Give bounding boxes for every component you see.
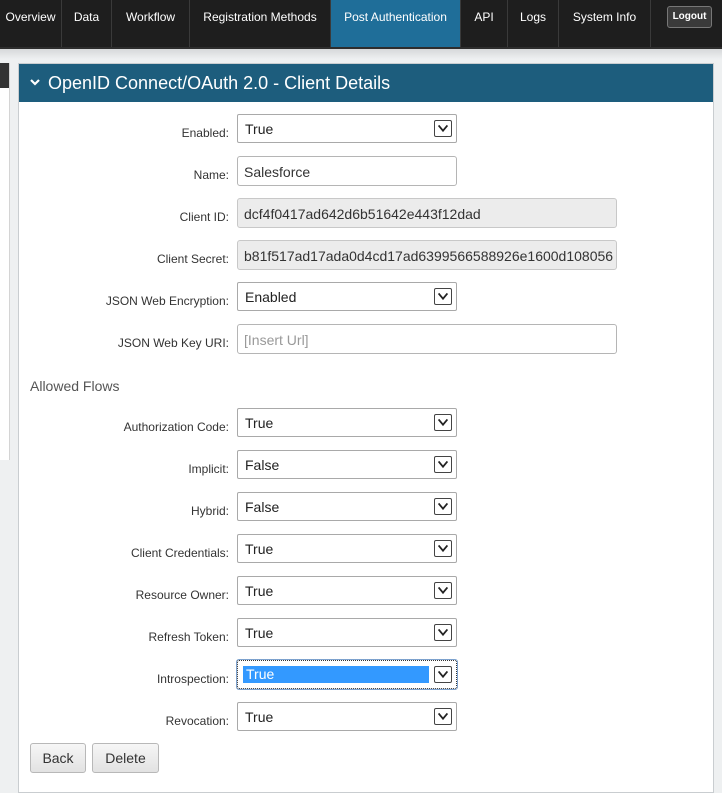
tab-registration-methods[interactable]: Registration Methods [190,0,331,47]
client-id-label: Client ID: [179,210,229,224]
tab-label: System Info [572,10,637,24]
tab-label: Workflow [125,10,176,24]
dropdown-arrow-icon [434,708,452,725]
jwk-uri-placeholder: [Insert Url] [244,332,309,348]
client-secret-field[interactable]: b81f517ad17ada0d4cd17ad6399566588926e160… [237,240,617,270]
client-id-field[interactable]: dcf4f0417ad642d6b51642e443f12dad [237,198,617,228]
panel-title: OpenID Connect/OAuth 2.0 - Client Detail… [48,73,391,93]
authorization-code-select[interactable]: True [237,408,457,437]
allowed-flows-heading: Allowed Flows [30,378,120,394]
enabled-label: Enabled: [181,126,229,140]
tab-label: Registration Methods [203,10,317,24]
dropdown-arrow-icon [434,624,452,641]
jwe-value: Enabled [245,289,297,305]
tab-label: Post Authentication [344,10,447,24]
jwk-uri-label: JSON Web Key URI: [117,336,229,350]
refresh-token-label: Refresh Token: [148,630,230,644]
authorization-code-label: Authorization Code: [123,420,229,434]
left-panel-header [0,63,9,88]
authorization-code-value: True [245,415,274,431]
client-credentials-select[interactable]: True [237,534,457,563]
refresh-token-select[interactable]: True [237,618,457,647]
implicit-value: False [245,457,280,473]
hybrid-select[interactable]: False [237,492,457,521]
dropdown-arrow-icon [434,582,452,599]
tab-label: Overview [5,10,56,24]
enabled-value: True [245,121,274,137]
introspection-label: Introspection: [156,672,229,686]
resource-owner-label: Resource Owner: [135,588,229,602]
revocation-label: Revocation: [165,714,229,728]
dropdown-arrow-icon [434,120,452,137]
client-secret-value: b81f517ad17ada0d4cd17ad6399566588926e160… [244,248,614,264]
dropdown-arrow-icon [434,288,452,305]
back-button[interactable]: Back [30,743,86,773]
jwk-uri-input[interactable]: [Insert Url] [237,324,617,354]
tab-post-authentication[interactable]: Post Authentication [331,0,461,47]
left-panel [0,63,10,460]
nav-shadow [0,49,722,59]
chevron-down-icon [30,79,40,86]
client-credentials-label: Client Credentials: [130,546,229,560]
name-value: Salesforce [244,164,311,180]
tab-workflow[interactable]: Workflow [112,0,190,47]
implicit-label: Implicit: [188,462,229,476]
resource-owner-value: True [245,583,274,599]
enabled-select[interactable]: True [237,114,457,143]
introspection-select[interactable]: True [236,659,458,690]
panel-header[interactable]: OpenID Connect/OAuth 2.0 - Client Detail… [19,64,713,102]
dropdown-arrow-icon [434,666,452,683]
client-id-value: dcf4f0417ad642d6b51642e443f12dad [244,206,481,222]
tab-label: Logs [519,10,547,24]
logout-button[interactable]: Logout [667,6,712,28]
name-input[interactable]: Salesforce [237,156,457,186]
client-secret-label: Client Secret: [156,252,229,266]
jwe-label: JSON Web Encryption: [105,294,229,308]
hybrid-value: False [245,499,280,515]
tab-label: API [474,10,494,24]
tab-overview[interactable]: Overview [0,0,62,47]
revocation-value: True [245,709,274,725]
tab-data[interactable]: Data [62,0,112,47]
resource-owner-select[interactable]: True [237,576,457,605]
implicit-select[interactable]: False [237,450,457,479]
top-nav: Overview Data Workflow Registration Meth… [0,0,722,49]
refresh-token-value: True [245,625,274,641]
introspection-value: True [243,666,429,683]
dropdown-arrow-icon [434,498,452,515]
revocation-select[interactable]: True [237,702,457,731]
tab-system-info[interactable]: System Info [559,0,651,47]
tab-api[interactable]: API [461,0,508,47]
dropdown-arrow-icon [434,456,452,473]
name-label: Name: [193,168,229,182]
jwe-select[interactable]: Enabled [237,282,457,311]
tab-logs[interactable]: Logs [508,0,559,47]
tab-label: Data [73,10,100,24]
delete-button[interactable]: Delete [92,743,159,773]
dropdown-arrow-icon [434,414,452,431]
dropdown-arrow-icon [434,540,452,557]
hybrid-label: Hybrid: [190,504,229,518]
client-credentials-value: True [245,541,274,557]
